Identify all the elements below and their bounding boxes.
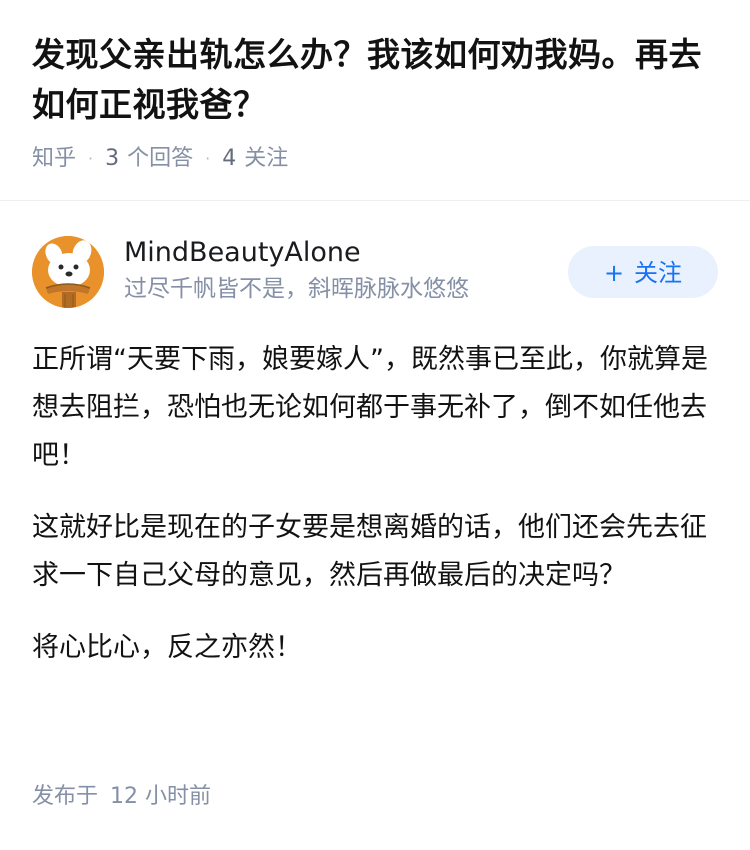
question-header: 发现父亲出轨怎么办？我该如何劝我妈。再去如何正视我爸？ 知乎 · 3 个回答 ·… xyxy=(0,0,750,174)
cartoon-dog-avatar-icon[interactable] xyxy=(32,236,104,308)
author-row: MindBeautyAlone 过尽千帆皆不是，斜晖脉脉水悠悠 + 关注 xyxy=(32,234,718,310)
meta-separator: · xyxy=(88,149,94,168)
publish-time: 12 小时前 xyxy=(110,784,212,809)
publish-label: 发布于 xyxy=(32,784,99,809)
plus-icon: + xyxy=(603,259,625,287)
followers-count: 4 xyxy=(222,146,237,171)
page: 发现父亲出轨怎么办？我该如何劝我妈。再去如何正视我爸？ 知乎 · 3 个回答 ·… xyxy=(0,0,750,850)
source-label[interactable]: 知乎 xyxy=(32,144,76,174)
follow-button[interactable]: + 关注 xyxy=(568,246,718,298)
question-title[interactable]: 发现父亲出轨怎么办？我该如何劝我妈。再去如何正视我爸？ xyxy=(32,30,718,130)
followers-label[interactable]: 关注 xyxy=(244,144,288,174)
publish-info: 发布于 12 小时前 xyxy=(32,780,211,814)
answer-content: 正所谓“天要下雨，娘要嫁人”，既然事已至此，你就算是想去阻拦，恐怕也无论如何都于… xyxy=(32,336,718,672)
answers-label[interactable]: 个回答 xyxy=(127,144,193,174)
answer-paragraph: 正所谓“天要下雨，娘要嫁人”，既然事已至此，你就算是想去阻拦，恐怕也无论如何都于… xyxy=(32,344,708,471)
section-divider xyxy=(0,200,750,201)
author-name[interactable]: MindBeautyAlone xyxy=(124,234,469,272)
answer-paragraph: 这就好比是现在的子女要是想离婚的话，他们还会先去征求一下自己父母的意见，然后再做… xyxy=(32,512,707,591)
follow-button-label: 关注 xyxy=(634,259,683,287)
meta-separator: · xyxy=(205,149,211,168)
answers-count: 3 xyxy=(105,146,120,171)
question-meta: 知乎 · 3 个回答 · 4 关注 xyxy=(32,144,718,174)
author-info: MindBeautyAlone 过尽千帆皆不是，斜晖脉脉水悠悠 xyxy=(124,234,469,306)
author-bio: 过尽千帆皆不是，斜晖脉脉水悠悠 xyxy=(124,276,469,302)
answer-paragraph: 将心比心，反之亦然！ xyxy=(32,632,302,663)
answer-card: MindBeautyAlone 过尽千帆皆不是，斜晖脉脉水悠悠 + 关注 正所谓“… xyxy=(32,234,718,696)
